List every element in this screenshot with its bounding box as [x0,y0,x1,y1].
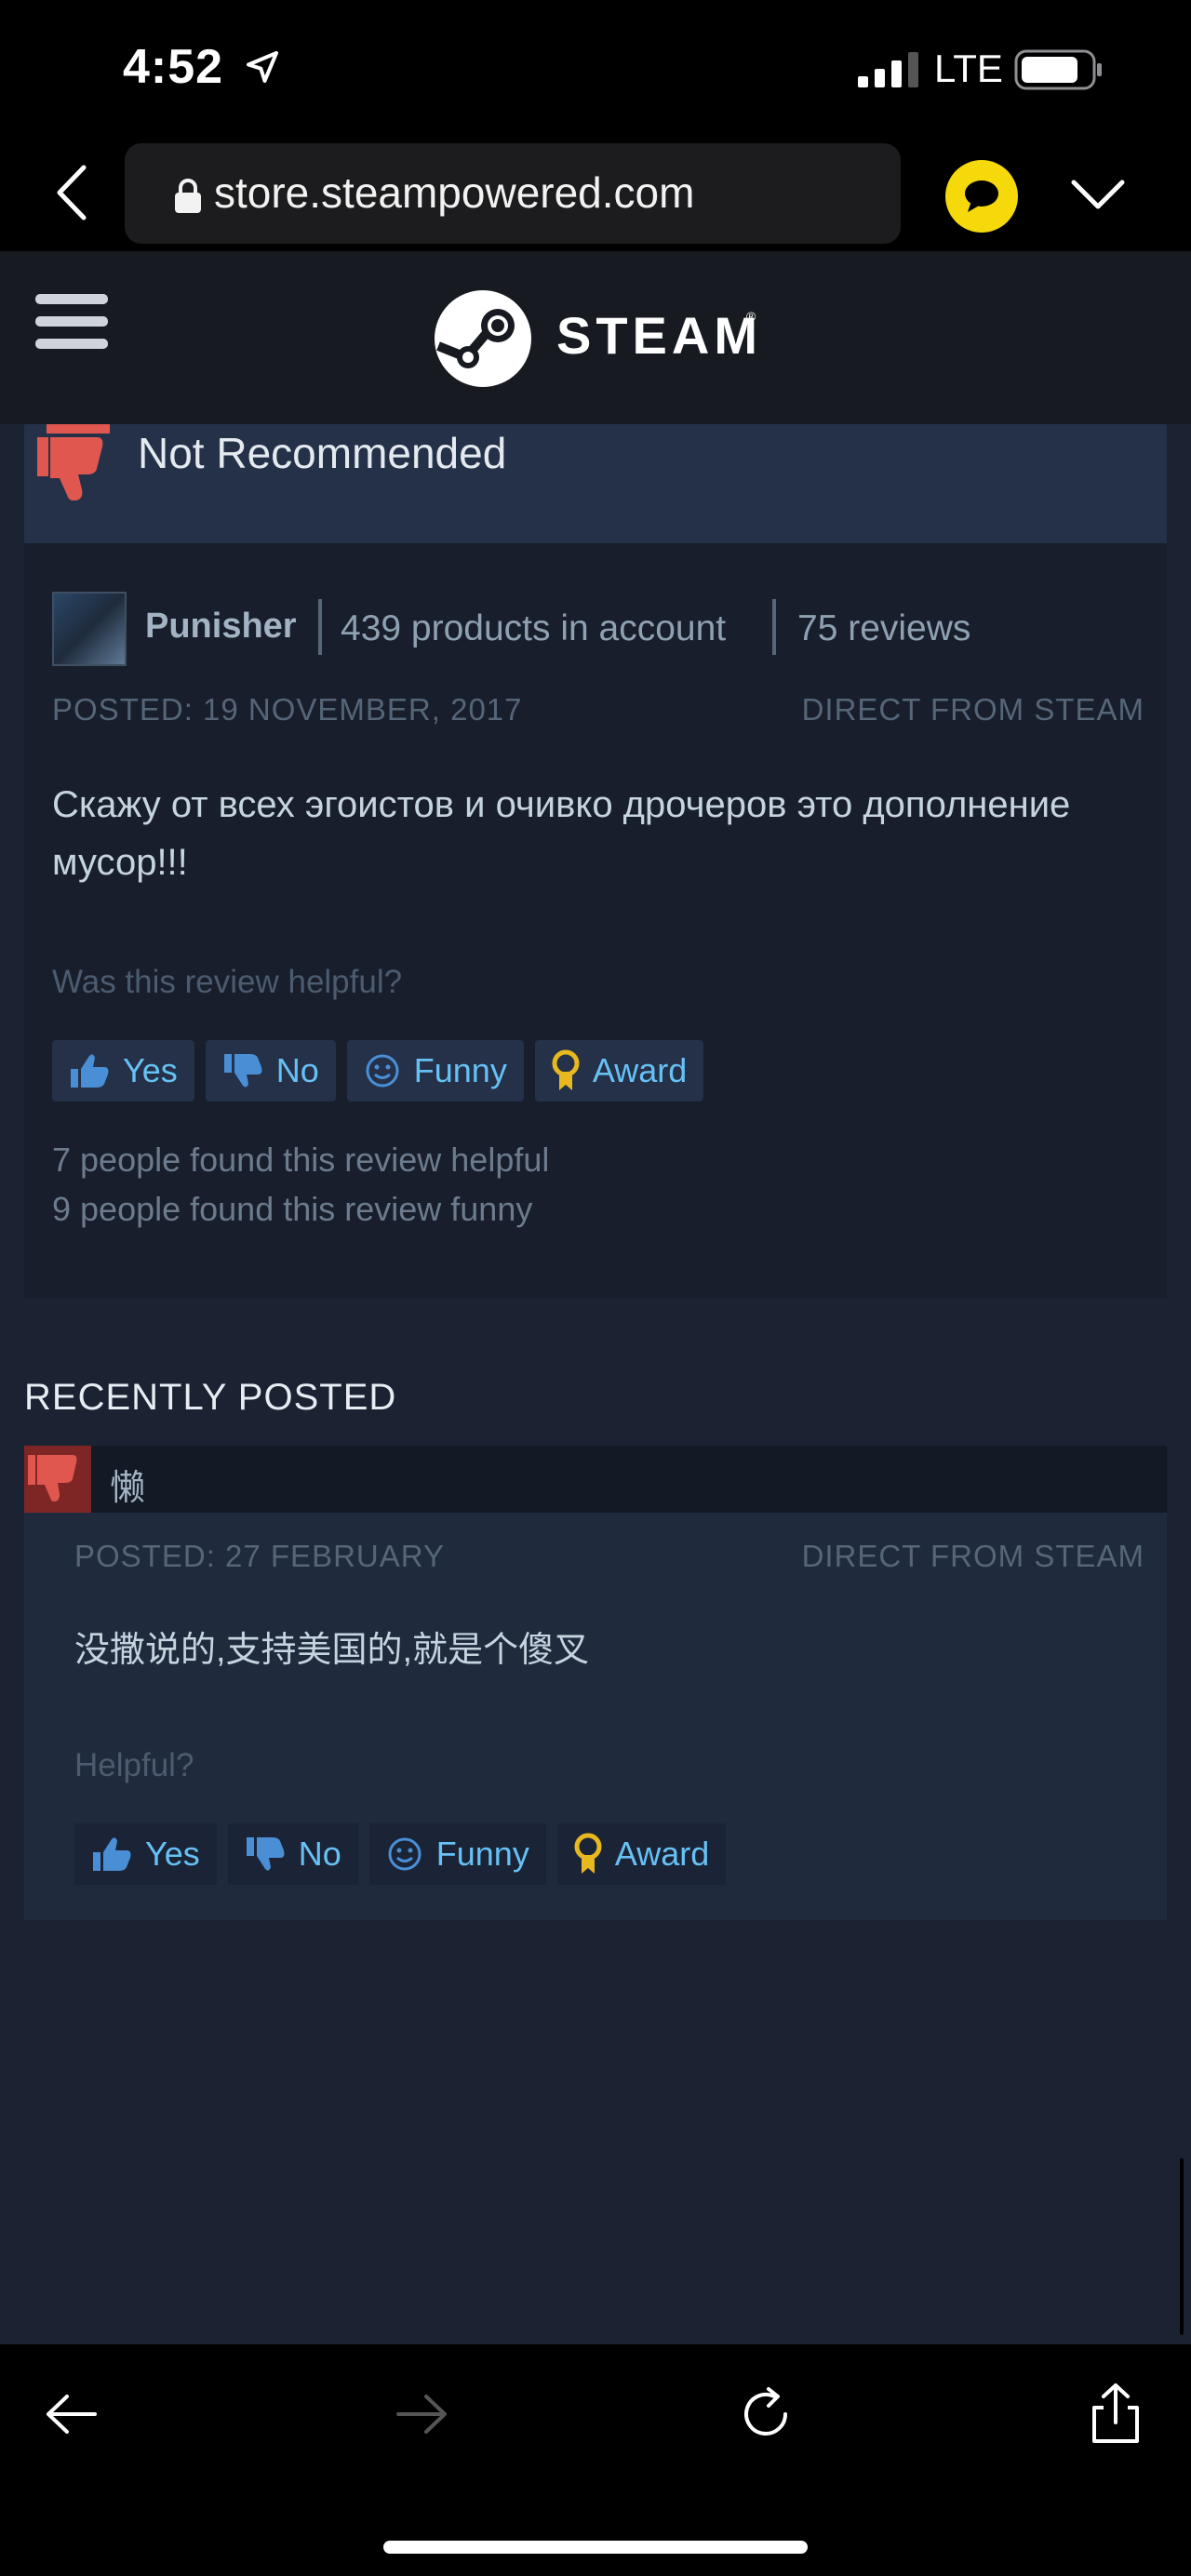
browser-bar: store.steampowered.com [0,140,1191,251]
review-author[interactable]: Punisher [145,607,297,647]
vote-no-label: No [275,1051,319,1089]
address-bar[interactable]: store.steampowered.com [125,143,901,244]
hamburger-menu-icon[interactable] [35,292,108,352]
recent-review-source: DIRECT FROM STEAM [801,1539,1144,1573]
recent-award-button[interactable]: Award [556,1823,727,1885]
network-type: LTE [934,47,1003,90]
thumbs-down-icon [246,1837,285,1871]
recent-vote-no-button[interactable]: No [227,1823,358,1885]
award-ribbon-icon [552,1049,580,1090]
home-indicator[interactable] [383,2541,808,2554]
steam-logo-icon[interactable] [433,288,533,389]
recent-review-card: 懒 POSTED: 27 FEBRUARY DIRECT FROM STEAM … [24,1446,1167,1920]
recent-review-author[interactable]: 懒 [110,1459,145,1510]
recent-vote-buttons: Yes No Funny Award [74,1823,727,1885]
reviews-count[interactable]: 75 reviews [797,608,970,649]
recent-posted-date: POSTED: 27 FEBRUARY [74,1539,446,1573]
recent-vote-yes-button[interactable]: Yes [74,1823,217,1885]
share-icon[interactable] [1083,2382,1148,2447]
cellular-signal-icon [858,52,918,87]
review-body: Скажу от всех эгоистов и очивко дрочеров… [52,784,1071,883]
review-verdict: Not Recommended [138,429,507,477]
avatar[interactable] [52,592,127,666]
thumbs-down-icon [24,1446,91,1513]
thumbs-down-icon [37,424,110,501]
recent-review-body: 没撒说的,支持美国的,就是个傻叉 [74,1631,590,1670]
scrollbar[interactable] [1180,2158,1184,2335]
funny-count: 9 people found this review funny [52,1190,533,1228]
recent-vote-funny-label: Funny [435,1835,529,1873]
reload-icon[interactable] [733,2382,798,2447]
vote-yes-label: Yes [123,1051,178,1089]
helpful-question: Was this review helpful? [52,964,403,1000]
steam-header: STEAM ® [0,251,1191,424]
thumbs-up-icon [71,1054,109,1088]
divider [772,599,776,655]
vote-funny-button[interactable]: Funny [346,1040,524,1101]
recent-vote-funny-button[interactable]: Funny [368,1823,546,1885]
posted-date: POSTED: 19 NOVEMBER, 2017 [52,692,523,727]
review-card: Not Recommended Punisher 439 products in… [24,424,1167,1299]
steam-wordmark[interactable]: STEAM [556,305,762,366]
vote-yes-button[interactable]: Yes [52,1040,194,1101]
forward-arrow-icon[interactable] [389,2382,454,2447]
smiley-icon [388,1837,422,1871]
award-label: Award [592,1051,688,1089]
extension-chat-icon[interactable] [945,160,1018,233]
status-bar: 4:52 LTE [0,0,1191,140]
helpful-count: 7 people found this review helpful [52,1141,550,1179]
review-verdict-bar: Not Recommended [24,424,1167,543]
registered-mark: ® [746,309,756,324]
url-text: store.steampowered.com [214,168,695,217]
recent-vote-yes-label: Yes [145,1835,200,1873]
lock-icon [175,179,201,213]
thumbs-down-icon [223,1054,262,1088]
review-source: DIRECT FROM STEAM [801,692,1144,727]
products-count[interactable]: 439 products in account [341,608,726,649]
divider [318,599,322,655]
recent-vote-no-label: No [298,1835,341,1873]
thumbs-up-icon [93,1837,131,1871]
recent-review-header: 懒 [24,1446,1167,1513]
location-arrow-icon [247,51,278,83]
vote-no-button[interactable]: No [205,1040,336,1101]
vote-funny-label: Funny [413,1051,507,1089]
smiley-icon [366,1054,399,1088]
award-button[interactable]: Award [534,1040,704,1101]
section-title: RECENTLY POSTED [24,1377,397,1418]
battery-icon [1014,49,1102,90]
back-arrow-icon[interactable] [39,2382,104,2447]
recent-award-label: Award [614,1835,710,1873]
vote-buttons: Yes No Funny Award [52,1040,704,1101]
chevron-down-icon[interactable] [1070,171,1126,218]
award-ribbon-icon [574,1833,602,1874]
browser-back-chevron-icon[interactable] [48,162,95,223]
recent-helpful-question: Helpful? [74,1747,194,1783]
status-time: 4:52 [123,40,224,94]
browser-toolbar [0,2344,1191,2576]
